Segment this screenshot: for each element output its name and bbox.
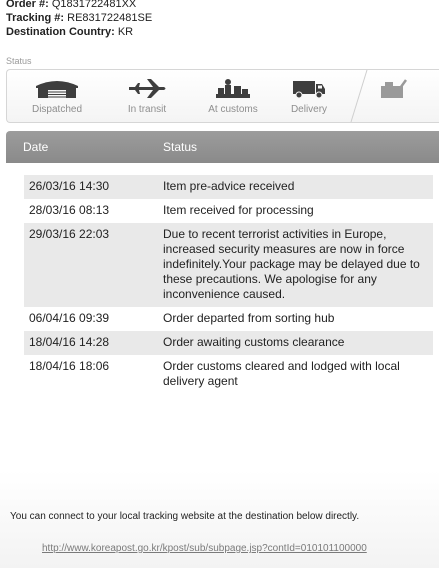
tracking-page: Order #: Q1831722481XX Tracking #: RE831… bbox=[0, 0, 439, 568]
step-divider bbox=[350, 70, 368, 122]
step-label-delivery: Delivery bbox=[290, 104, 328, 115]
order-number-label: Order #: bbox=[6, 0, 49, 10]
table-row: 06/04/16 09:39 Order departed from sorti… bbox=[24, 307, 433, 331]
order-number-row: Order #: Q1831722481XX bbox=[6, 0, 152, 11]
status-section-title: Status bbox=[6, 56, 32, 66]
destination-country-value: KR bbox=[117, 26, 134, 38]
airplane-icon bbox=[127, 78, 167, 105]
truck-icon bbox=[292, 78, 326, 105]
event-status: Due to recent terrorist activities in Eu… bbox=[163, 227, 420, 301]
step-at-customs: At customs bbox=[195, 70, 271, 122]
date-column-header: Date bbox=[23, 140, 49, 154]
step-dispatched: Dispatched bbox=[25, 70, 89, 122]
table-row: 18/04/16 14:28 Order awaiting customs cl… bbox=[24, 331, 433, 355]
tracking-number-value: RE831722481SE bbox=[67, 12, 153, 24]
status-progress-bar: Dispatched In transit At customs Deliver… bbox=[6, 69, 439, 123]
event-date: 18/04/16 18:06 bbox=[29, 359, 110, 373]
order-info: Order #: Q1831722481XX Tracking #: RE831… bbox=[6, 0, 152, 39]
event-status: Item received for processing bbox=[163, 203, 314, 217]
event-status: Item pre-advice received bbox=[163, 179, 295, 193]
table-row: 28/03/16 08:13 Item received for process… bbox=[24, 199, 433, 223]
customs-icon bbox=[216, 78, 250, 105]
destination-country-row: Destination Country: KR bbox=[6, 25, 152, 39]
step-label-at-customs: At customs bbox=[208, 104, 258, 115]
table-row: 26/03/16 14:30 Item pre-advice received bbox=[24, 175, 433, 199]
event-status: Order awaiting customs clearance bbox=[163, 335, 345, 349]
tracking-number-label: Tracking #: bbox=[6, 12, 65, 24]
warehouse-icon bbox=[34, 78, 80, 103]
step-in-transit: In transit bbox=[111, 70, 183, 122]
status-column-header: Status bbox=[163, 140, 198, 154]
table-row: 18/04/16 18:06 Order customs cleared and… bbox=[24, 355, 433, 394]
order-number-value: Q1831722481XX bbox=[51, 0, 137, 10]
step-label-in-transit: In transit bbox=[127, 104, 167, 115]
event-date: 29/03/16 22:03 bbox=[29, 227, 110, 241]
tracking-events-list: 26/03/16 14:30 Item pre-advice received … bbox=[24, 175, 433, 394]
destination-country-label: Destination Country: bbox=[6, 26, 115, 38]
event-date: 06/04/16 09:39 bbox=[29, 311, 110, 325]
tracking-number-row: Tracking #: RE831722481SE bbox=[6, 11, 152, 25]
event-status: Order departed from sorting hub bbox=[163, 311, 335, 325]
local-tracking-link[interactable]: http://www.koreapost.go.kr/kpost/sub/sub… bbox=[42, 543, 367, 554]
table-row: 29/03/16 22:03 Due to recent terrorist a… bbox=[24, 223, 433, 307]
step-delivery: Delivery bbox=[279, 70, 339, 122]
event-status: Order customs cleared and lodged with lo… bbox=[163, 359, 400, 388]
step-label-dispatched: Dispatched bbox=[31, 104, 83, 115]
delivered-box-icon bbox=[379, 78, 409, 105]
event-date: 28/03/16 08:13 bbox=[29, 203, 110, 217]
local-tracking-note: You can connect to your local tracking w… bbox=[10, 511, 360, 522]
event-date: 18/04/16 14:28 bbox=[29, 335, 110, 349]
event-date: 26/03/16 14:30 bbox=[29, 179, 110, 193]
tracking-table-header: Date Status bbox=[6, 131, 439, 163]
step-delivered bbox=[369, 70, 419, 122]
